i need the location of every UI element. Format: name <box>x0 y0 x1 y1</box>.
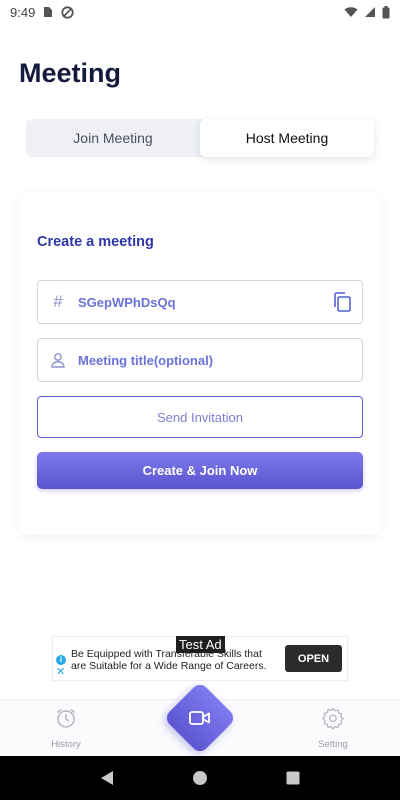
create-meeting-card: Create a meeting # Send Invitation Creat… <box>19 193 381 535</box>
ad-close-icon[interactable]: ✕ <box>56 666 65 678</box>
page-title: Meeting <box>19 58 122 88</box>
wifi-icon <box>344 6 358 18</box>
back-button[interactable] <box>87 758 127 798</box>
ad-banner[interactable]: Test Ad i ✕ Be Equipped with Transferabl… <box>52 636 348 681</box>
sim-card-icon <box>43 6 53 18</box>
system-nav-bar <box>0 756 400 800</box>
tab-host-meeting[interactable]: Host Meeting <box>200 119 374 157</box>
home-button[interactable] <box>180 758 220 798</box>
status-bar: 9:49 <box>0 0 400 24</box>
do-not-disturb-icon <box>61 5 74 19</box>
ad-text: Be Equipped with Transferable Skills tha… <box>71 648 267 672</box>
copy-icon[interactable] <box>322 281 362 323</box>
status-time: 9:49 <box>10 4 36 20</box>
alarm-clock-icon <box>54 706 78 735</box>
meeting-tabs: Join Meeting Host Meeting <box>26 119 374 157</box>
send-invitation-button[interactable]: Send Invitation <box>37 396 363 438</box>
user-icon <box>38 352 78 368</box>
nav-setting[interactable]: Setting <box>303 706 363 750</box>
tab-join-meeting[interactable]: Join Meeting <box>26 119 200 157</box>
nav-setting-label: Setting <box>318 739 348 750</box>
meeting-title-field <box>37 338 363 382</box>
meeting-title-input[interactable] <box>78 339 362 381</box>
ad-open-button[interactable]: OPEN <box>285 645 342 672</box>
gear-icon <box>321 706 345 735</box>
nav-history[interactable]: History <box>36 706 96 750</box>
meeting-id-input[interactable] <box>78 281 322 323</box>
meeting-id-field: # <box>37 280 363 324</box>
create-join-button[interactable]: Create & Join Now <box>37 452 363 489</box>
hash-symbol: # <box>53 292 63 311</box>
recents-button[interactable] <box>273 758 313 798</box>
nav-history-label: History <box>51 739 81 750</box>
create-meeting-heading: Create a meeting <box>37 234 154 250</box>
ad-info-icon[interactable]: i <box>56 655 66 665</box>
battery-icon <box>382 5 390 19</box>
signal-icon <box>364 6 376 18</box>
meeting-screen: 9:49 Meeting Join Meeting Host Meeting C… <box>0 0 400 800</box>
